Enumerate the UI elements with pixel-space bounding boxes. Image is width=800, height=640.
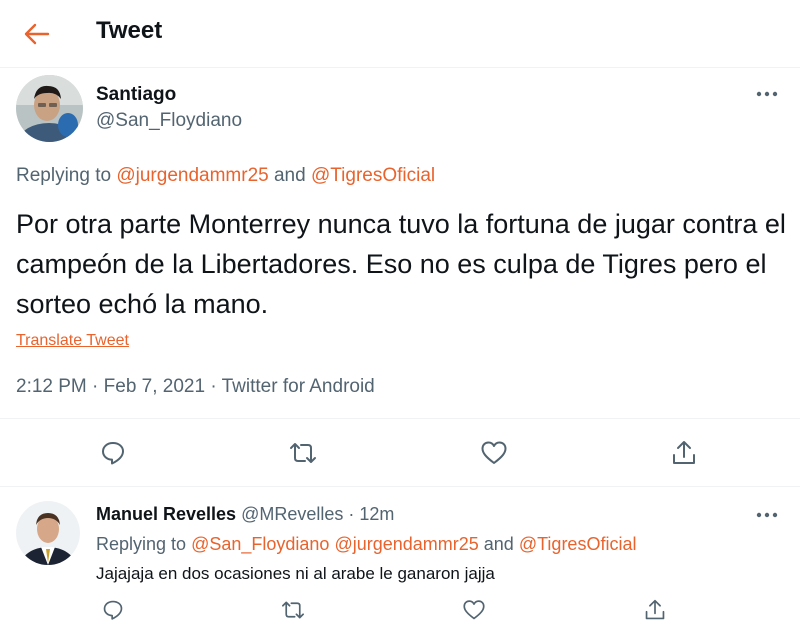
reply-header: Manuel Revelles @MRevelles · 12m — [96, 504, 394, 525]
replying-to: Replying to @jurgendammr25 and @TigresOf… — [16, 165, 435, 187]
avatar[interactable] — [16, 75, 83, 142]
retweet-icon — [290, 443, 316, 463]
reply-retweet-button[interactable] — [276, 593, 310, 627]
reply-icon — [102, 442, 124, 465]
tweet-source[interactable]: Twitter for Android — [222, 376, 375, 397]
mention-link[interactable]: @TigresOficial — [311, 165, 435, 186]
meta-separator: · — [343, 504, 360, 524]
retweet-button[interactable] — [286, 436, 320, 470]
mention-link[interactable]: @San_Floydiano — [191, 534, 329, 554]
reply-icon — [103, 600, 123, 620]
replying-and: and — [478, 534, 519, 554]
reply-like-button[interactable] — [457, 593, 491, 627]
replying-prefix: Replying to — [16, 165, 117, 186]
tweet-text: Por otra parte Monterrey nunca tuvo la f… — [16, 209, 786, 319]
meta-separator: · — [205, 376, 222, 397]
replying-and: and — [268, 165, 311, 186]
mention-link[interactable]: @TigresOficial — [519, 534, 637, 554]
share-icon — [673, 441, 695, 464]
retweet-icon — [282, 601, 305, 619]
reply-time[interactable]: 12m — [359, 504, 394, 524]
tweet-meta: 2:12 PM · Feb 7, 2021 · Twitter for Andr… — [16, 376, 375, 398]
reply-author-name[interactable]: Manuel Revelles — [96, 504, 236, 524]
like-icon — [481, 441, 507, 464]
reply-text: Jajajaja en dos ocasiones ni al arabe le… — [96, 564, 495, 583]
like-button[interactable] — [477, 436, 511, 470]
like-icon — [463, 600, 485, 620]
share-button[interactable] — [667, 436, 701, 470]
meta-separator: · — [86, 376, 104, 397]
reply-author-handle[interactable]: @MRevelles — [241, 504, 343, 524]
mention-link[interactable]: @jurgendammr25 — [116, 165, 268, 186]
divider — [0, 418, 800, 419]
avatar-photo — [16, 501, 80, 565]
more-options-button[interactable] — [752, 84, 782, 104]
author-name[interactable]: Santiago — [96, 84, 176, 106]
tweet-date[interactable]: Feb 7, 2021 — [104, 376, 205, 397]
share-icon — [645, 599, 665, 620]
reply-share-button[interactable] — [638, 593, 672, 627]
reply-avatar[interactable] — [16, 501, 80, 565]
tweet-time[interactable]: 2:12 PM — [16, 376, 87, 397]
avatar-photo — [16, 75, 83, 142]
reply-button[interactable] — [96, 436, 130, 470]
mention-link[interactable]: @jurgendammr25 — [334, 534, 478, 554]
reply-more-options-button[interactable] — [752, 505, 782, 525]
author-handle[interactable]: @San_Floydiano — [96, 110, 242, 132]
more-icon — [756, 512, 778, 518]
top-bar: Tweet — [0, 0, 800, 68]
reply-reply-button[interactable] — [96, 593, 130, 627]
more-icon — [756, 91, 778, 97]
divider — [0, 486, 800, 487]
page-title: Tweet — [96, 17, 163, 44]
back-button[interactable] — [18, 16, 56, 52]
reply-replying-to: Replying to @San_Floydiano @jurgendammr2… — [96, 534, 636, 555]
arrow-left-icon — [24, 23, 50, 45]
translate-tweet-link[interactable]: Translate Tweet — [16, 332, 129, 350]
replying-prefix: Replying to — [96, 534, 192, 554]
